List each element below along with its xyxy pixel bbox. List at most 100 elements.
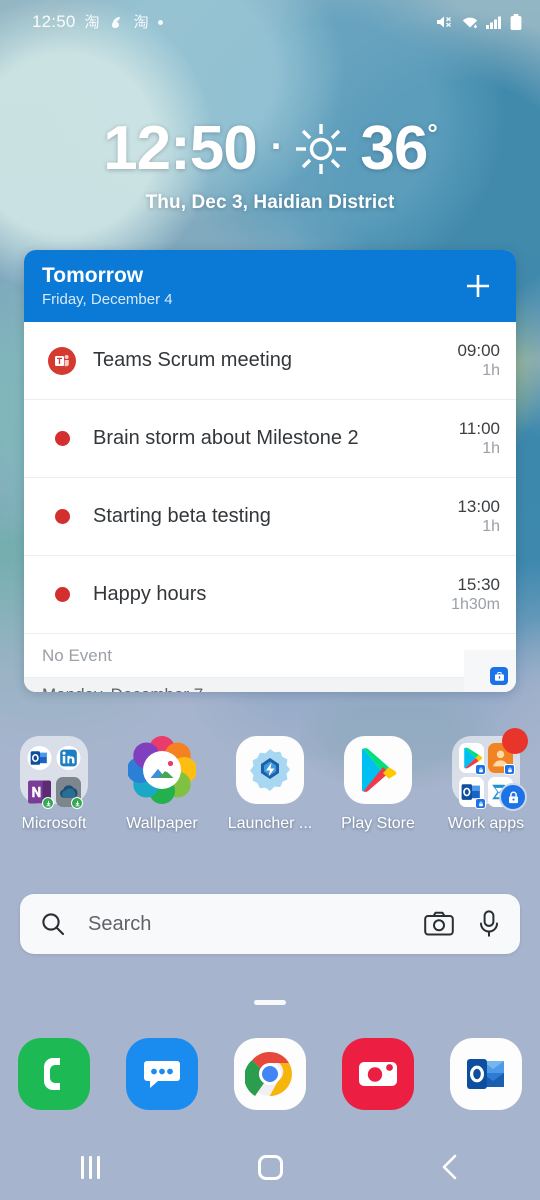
- wallpaper-glyph-icon: [126, 736, 198, 804]
- notification-dot-badge: [502, 728, 528, 754]
- dock-item-phone[interactable]: [17, 1038, 91, 1110]
- messages-icon: [126, 1038, 198, 1110]
- event-start-time: 11:00: [458, 418, 500, 438]
- chrome-glyph-icon: [245, 1051, 292, 1096]
- calendar-day-subtitle: Friday, December 4: [42, 291, 173, 309]
- outlook-icon: [459, 777, 486, 809]
- temperature-value: 36: [360, 114, 428, 183]
- degree-symbol: °: [427, 118, 437, 148]
- dock: [0, 1038, 540, 1110]
- temperature-wrap[interactable]: 36 °: [360, 114, 437, 183]
- add-event-button[interactable]: [458, 266, 498, 306]
- recents-button[interactable]: [0, 1134, 180, 1200]
- back-icon: [442, 1154, 457, 1180]
- event-duration: 1h: [482, 440, 500, 458]
- event-duration: 1h: [482, 362, 500, 380]
- work-lock-badge-icon: [475, 798, 486, 809]
- download-arrow-icon: [45, 800, 51, 806]
- dock-item-messages[interactable]: [125, 1038, 199, 1110]
- event-title: Teams Scrum meeting: [93, 349, 292, 371]
- app-item-microsoft[interactable]: Microsoft: [2, 736, 107, 833]
- app-item-play-store[interactable]: Play Store: [326, 736, 431, 833]
- app-label: Work apps: [447, 815, 525, 832]
- recents-icon: [80, 1155, 100, 1179]
- play-store-icon-bg: [344, 736, 412, 804]
- red-dot-icon: [54, 509, 70, 524]
- app-item-launcher-settings[interactable]: Launcher ...: [218, 736, 323, 833]
- app-label: Wallpaper: [126, 815, 198, 832]
- event-start-time: 15:30: [457, 574, 500, 594]
- event-time-block: 09:00 1h: [457, 340, 500, 381]
- onedrive-icon: [56, 777, 83, 809]
- teams-icon: [48, 346, 76, 375]
- camera-glyph-icon: [424, 911, 454, 936]
- outlook-icon: [27, 743, 52, 773]
- wifi-icon: [462, 17, 478, 29]
- microphone-icon[interactable]: [478, 910, 500, 938]
- search-icon[interactable]: [40, 911, 66, 937]
- microsoft-folder-icon[interactable]: [20, 736, 88, 809]
- camera-lens-icon[interactable]: [424, 911, 454, 937]
- calendar-event-row[interactable]: Happy hours 15:30 1h30m: [24, 556, 516, 634]
- work-apps-folder-icon[interactable]: [452, 728, 528, 811]
- calendar-event-row[interactable]: Teams Scrum meeting 09:00 1h: [24, 322, 516, 400]
- work-lock-badge-icon: [475, 764, 486, 775]
- clock-weather-widget[interactable]: 12:50 · 36 ° Thu, Dec 3, Haidian Distric…: [0, 118, 540, 214]
- event-time-block: 13:00 1h: [457, 496, 500, 537]
- dock-item-outlook[interactable]: [449, 1038, 523, 1110]
- event-time-block: 15:30 1h30m: [451, 574, 500, 615]
- home-icon: [257, 1154, 283, 1180]
- app-label: Launcher ...: [227, 815, 313, 832]
- plus-icon: [467, 275, 489, 297]
- home-button[interactable]: [180, 1134, 360, 1200]
- play-store-icon[interactable]: [344, 736, 412, 804]
- status-bar-clock: 12:50: [32, 12, 76, 31]
- calendar-header-text: Tomorrow Friday, December 4: [42, 264, 458, 308]
- app-grid: Microsoft Wallpaper Launcher ... Play St…: [0, 728, 540, 833]
- status-bar-right: [436, 13, 522, 31]
- launcher-settings-icon[interactable]: [236, 736, 304, 804]
- next-day-header[interactable]: Monday, December 7: [24, 678, 516, 692]
- status-bar-left: 12:50 淘 淘: [32, 12, 163, 32]
- event-title: Happy hours: [93, 583, 207, 605]
- back-button[interactable]: [360, 1134, 540, 1200]
- phone-glyph-icon: [44, 1058, 60, 1090]
- outlook-glyph-icon: [467, 1059, 504, 1089]
- clock-weather-row: 12:50 · 36 °: [0, 118, 540, 180]
- event-start-time: 09:00: [457, 340, 500, 360]
- search-bar[interactable]: Search: [20, 894, 520, 954]
- chrome-icon: [234, 1038, 306, 1110]
- taobao-icon-2: 淘: [133, 13, 149, 31]
- app-item-wallpaper[interactable]: Wallpaper: [110, 736, 215, 833]
- page-indicator-handle[interactable]: [254, 1000, 286, 1005]
- dock-item-chrome[interactable]: [233, 1038, 307, 1110]
- calendar-event-row[interactable]: Starting beta testing 13:00 1h: [24, 478, 516, 556]
- wallpaper-app-icon[interactable]: [126, 736, 198, 804]
- dock-item-camera[interactable]: [341, 1038, 415, 1110]
- sunny-icon: [296, 124, 347, 174]
- event-icon-slot: [42, 346, 82, 375]
- event-title: Brain storm about Milestone 2: [93, 427, 359, 449]
- camera-icon: [342, 1038, 414, 1110]
- phone-icon: [18, 1038, 90, 1110]
- status-bar[interactable]: 12:50 淘 淘: [0, 0, 540, 44]
- date-location-label: Thu, Dec 3, Haidian District: [145, 192, 395, 213]
- play-store-icon: [459, 743, 486, 775]
- chat-bubble-icon: [144, 1061, 180, 1088]
- download-badge-icon: [71, 797, 83, 809]
- event-title: Starting beta testing: [93, 505, 271, 527]
- clock-separator: ·: [270, 126, 284, 168]
- event-duration: 1h30m: [451, 596, 500, 614]
- briefcase-glyph-icon: [494, 671, 504, 681]
- search-input[interactable]: Search: [88, 913, 424, 936]
- linkedin-icon: [56, 743, 81, 773]
- calendar-event-row[interactable]: Brain storm about Milestone 2 11:00 1h: [24, 400, 516, 478]
- lock-glyph-icon: [508, 791, 518, 803]
- app-item-work-apps[interactable]: Work apps: [434, 728, 539, 833]
- calendar-widget-header[interactable]: Tomorrow Friday, December 4: [24, 250, 516, 322]
- download-badge-icon: [42, 797, 54, 809]
- event-time-block: 11:00 1h: [459, 418, 500, 459]
- calendar-widget[interactable]: Tomorrow Friday, December 4 Teams Scrum …: [24, 250, 516, 692]
- clock-time[interactable]: 12:50: [103, 118, 258, 180]
- teams-glyph-icon: [55, 354, 69, 366]
